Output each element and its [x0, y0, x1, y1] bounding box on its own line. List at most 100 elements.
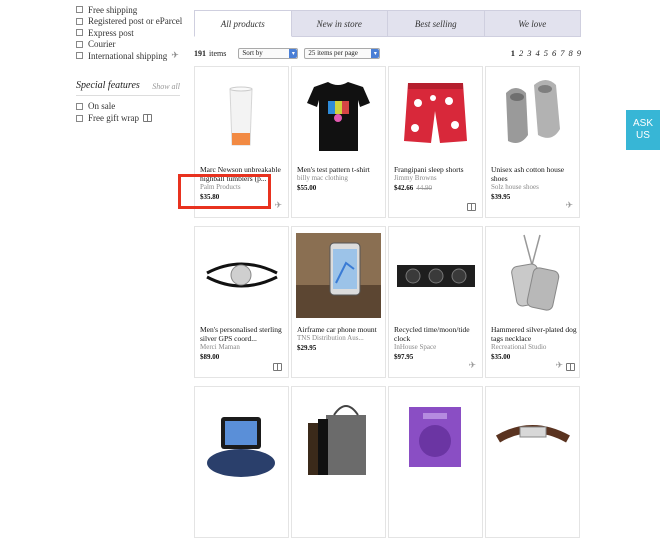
product-card[interactable]: [194, 386, 289, 538]
product-brand[interactable]: billy mac clothing: [297, 174, 383, 183]
product-tabs: All products New in store Best selling W…: [194, 10, 581, 37]
product-card[interactable]: [388, 386, 483, 538]
per-page-select[interactable]: 25 items per page ▾: [304, 47, 381, 59]
filter-label: Courier: [88, 39, 116, 50]
product-brand[interactable]: TNS Distribution Aus...: [297, 334, 383, 343]
bracelet-image: [206, 262, 278, 288]
product-card[interactable]: [485, 386, 580, 538]
page-link[interactable]: 3: [527, 48, 531, 58]
filter-international-shipping[interactable]: International shipping ✈: [76, 50, 191, 62]
product-price: $39.95: [491, 192, 577, 202]
product-name[interactable]: Men's personalised sterling silver GPS c…: [200, 325, 286, 343]
checkbox[interactable]: [76, 114, 83, 122]
filter-label: Express post: [88, 27, 134, 38]
product-card[interactable]: Men's test pattern t-shirt billy mac clo…: [291, 66, 386, 218]
checkbox[interactable]: [76, 29, 83, 37]
product-brand[interactable]: Solz house shoes: [491, 183, 577, 192]
product-name[interactable]: Recycled time/moon/tide clock: [394, 325, 480, 343]
gift-icon: [566, 363, 575, 371]
sort-value: Sort by: [242, 49, 263, 57]
page-link[interactable]: 5: [544, 48, 548, 58]
product-name[interactable]: Men's test pattern t-shirt: [297, 165, 383, 174]
product-card[interactable]: Airframe car phone mount TNS Distributio…: [291, 226, 386, 378]
price-value: $35.00: [491, 353, 511, 361]
product-card[interactable]: [291, 386, 386, 538]
page-link[interactable]: 1: [511, 48, 515, 58]
filter-registered-post[interactable]: Registered post or eParcel: [76, 16, 191, 28]
product-name[interactable]: Airframe car phone mount: [297, 325, 383, 334]
dropdown-arrow-icon: ▾: [371, 48, 380, 58]
page-link[interactable]: 8: [569, 48, 573, 58]
filter-free-shipping[interactable]: Free shipping: [76, 4, 191, 16]
product-card[interactable]: Frangipani sleep shorts Jimmy Browns $42…: [388, 66, 483, 218]
filter-label: Registered post or eParcel: [88, 16, 183, 27]
dropdown-arrow-icon: ▾: [289, 48, 298, 58]
filter-label: Free shipping: [88, 4, 138, 15]
tab-we-love[interactable]: We love: [484, 10, 581, 37]
product-brand[interactable]: Recreational Studio: [491, 343, 577, 352]
product-price: $89.00: [200, 352, 286, 362]
shipping-icon: ✈: [274, 200, 282, 210]
gift-icon: [467, 203, 476, 211]
product-info: Men's personalised sterling silver GPS c…: [200, 325, 286, 362]
special-features-list: On sale Free gift wrap: [76, 100, 186, 124]
filter-free-gift-wrap[interactable]: Free gift wrap: [76, 112, 186, 124]
product-card[interactable]: Hammered silver-plated dog tags necklace…: [485, 226, 580, 378]
page-link[interactable]: 6: [552, 48, 556, 58]
product-info: Men's test pattern t-shirt billy mac clo…: [297, 165, 383, 193]
price-value: $42.66: [394, 184, 414, 192]
tab-best-selling[interactable]: Best selling: [388, 10, 485, 37]
gift-icon: [142, 114, 152, 122]
checkbox[interactable]: [76, 52, 83, 60]
product-name[interactable]: Frangipani sleep shorts: [394, 165, 480, 174]
clock-image: [397, 265, 475, 287]
product-card[interactable]: Recycled time/moon/tide clock InHouse Sp…: [388, 226, 483, 378]
product-brand[interactable]: InHouse Space: [394, 343, 480, 352]
product-card[interactable]: Unisex ash cotton house shoes Solz house…: [485, 66, 580, 218]
price-value: $55.00: [297, 184, 317, 192]
checkbox[interactable]: [76, 6, 83, 14]
filter-label: Free gift wrap: [88, 113, 139, 123]
page-link[interactable]: 4: [536, 48, 540, 58]
product-price: $35.00: [491, 352, 577, 362]
shorts-image: [404, 83, 467, 143]
filter-courier[interactable]: Courier: [76, 39, 191, 51]
checkbox[interactable]: [76, 40, 83, 48]
page-link[interactable]: 7: [560, 48, 564, 58]
speaker-image: [409, 407, 461, 467]
checkbox[interactable]: [76, 102, 83, 110]
product-card[interactable]: Men's personalised sterling silver GPS c…: [194, 226, 289, 378]
product-name[interactable]: Unisex ash cotton house shoes: [491, 165, 577, 183]
page-link[interactable]: 9: [577, 48, 581, 58]
highlight-box: [178, 174, 271, 209]
product-price: $29.95: [297, 343, 383, 353]
tab-new-in-store[interactable]: New in store: [291, 10, 388, 37]
tumbler-image: [229, 86, 253, 146]
page-link[interactable]: 2: [519, 48, 523, 58]
product-price: $55.00: [297, 183, 383, 193]
tab-all-products[interactable]: All products: [194, 10, 292, 37]
gift-icon: [273, 363, 282, 371]
filter-on-sale[interactable]: On sale: [76, 100, 186, 112]
price-value: $89.00: [200, 353, 220, 361]
product-name[interactable]: Hammered silver-plated dog tags necklace: [491, 325, 577, 343]
ask-us-button[interactable]: ASK US: [626, 110, 660, 150]
dog-tags-image: [511, 234, 560, 311]
product-info: Frangipani sleep shorts Jimmy Browns $42…: [394, 165, 480, 193]
sort-select[interactable]: Sort by ▾: [238, 47, 299, 59]
tshirt-image: [307, 82, 370, 151]
product-info: Airframe car phone mount TNS Distributio…: [297, 325, 383, 353]
listing-toolbar: 191 items Sort by ▾ 25 items per page ▾ 1 …: [194, 46, 581, 60]
per-page-value: 25 items per page: [308, 49, 358, 57]
price-value: $39.95: [491, 193, 511, 201]
price-value: $97.95: [394, 353, 414, 361]
special-features-title: Special features: [76, 80, 140, 91]
show-all-link[interactable]: Show all: [152, 82, 180, 91]
product-brand[interactable]: Jimmy Browns: [394, 174, 480, 183]
house-shoes-image: [506, 80, 560, 143]
checkbox[interactable]: [76, 17, 83, 25]
product-brand[interactable]: Merci Maman: [200, 343, 286, 352]
filter-express-post[interactable]: Express post: [76, 27, 191, 39]
shipping-icon: ✈: [468, 360, 476, 370]
product-info: Recycled time/moon/tide clock InHouse Sp…: [394, 325, 480, 362]
